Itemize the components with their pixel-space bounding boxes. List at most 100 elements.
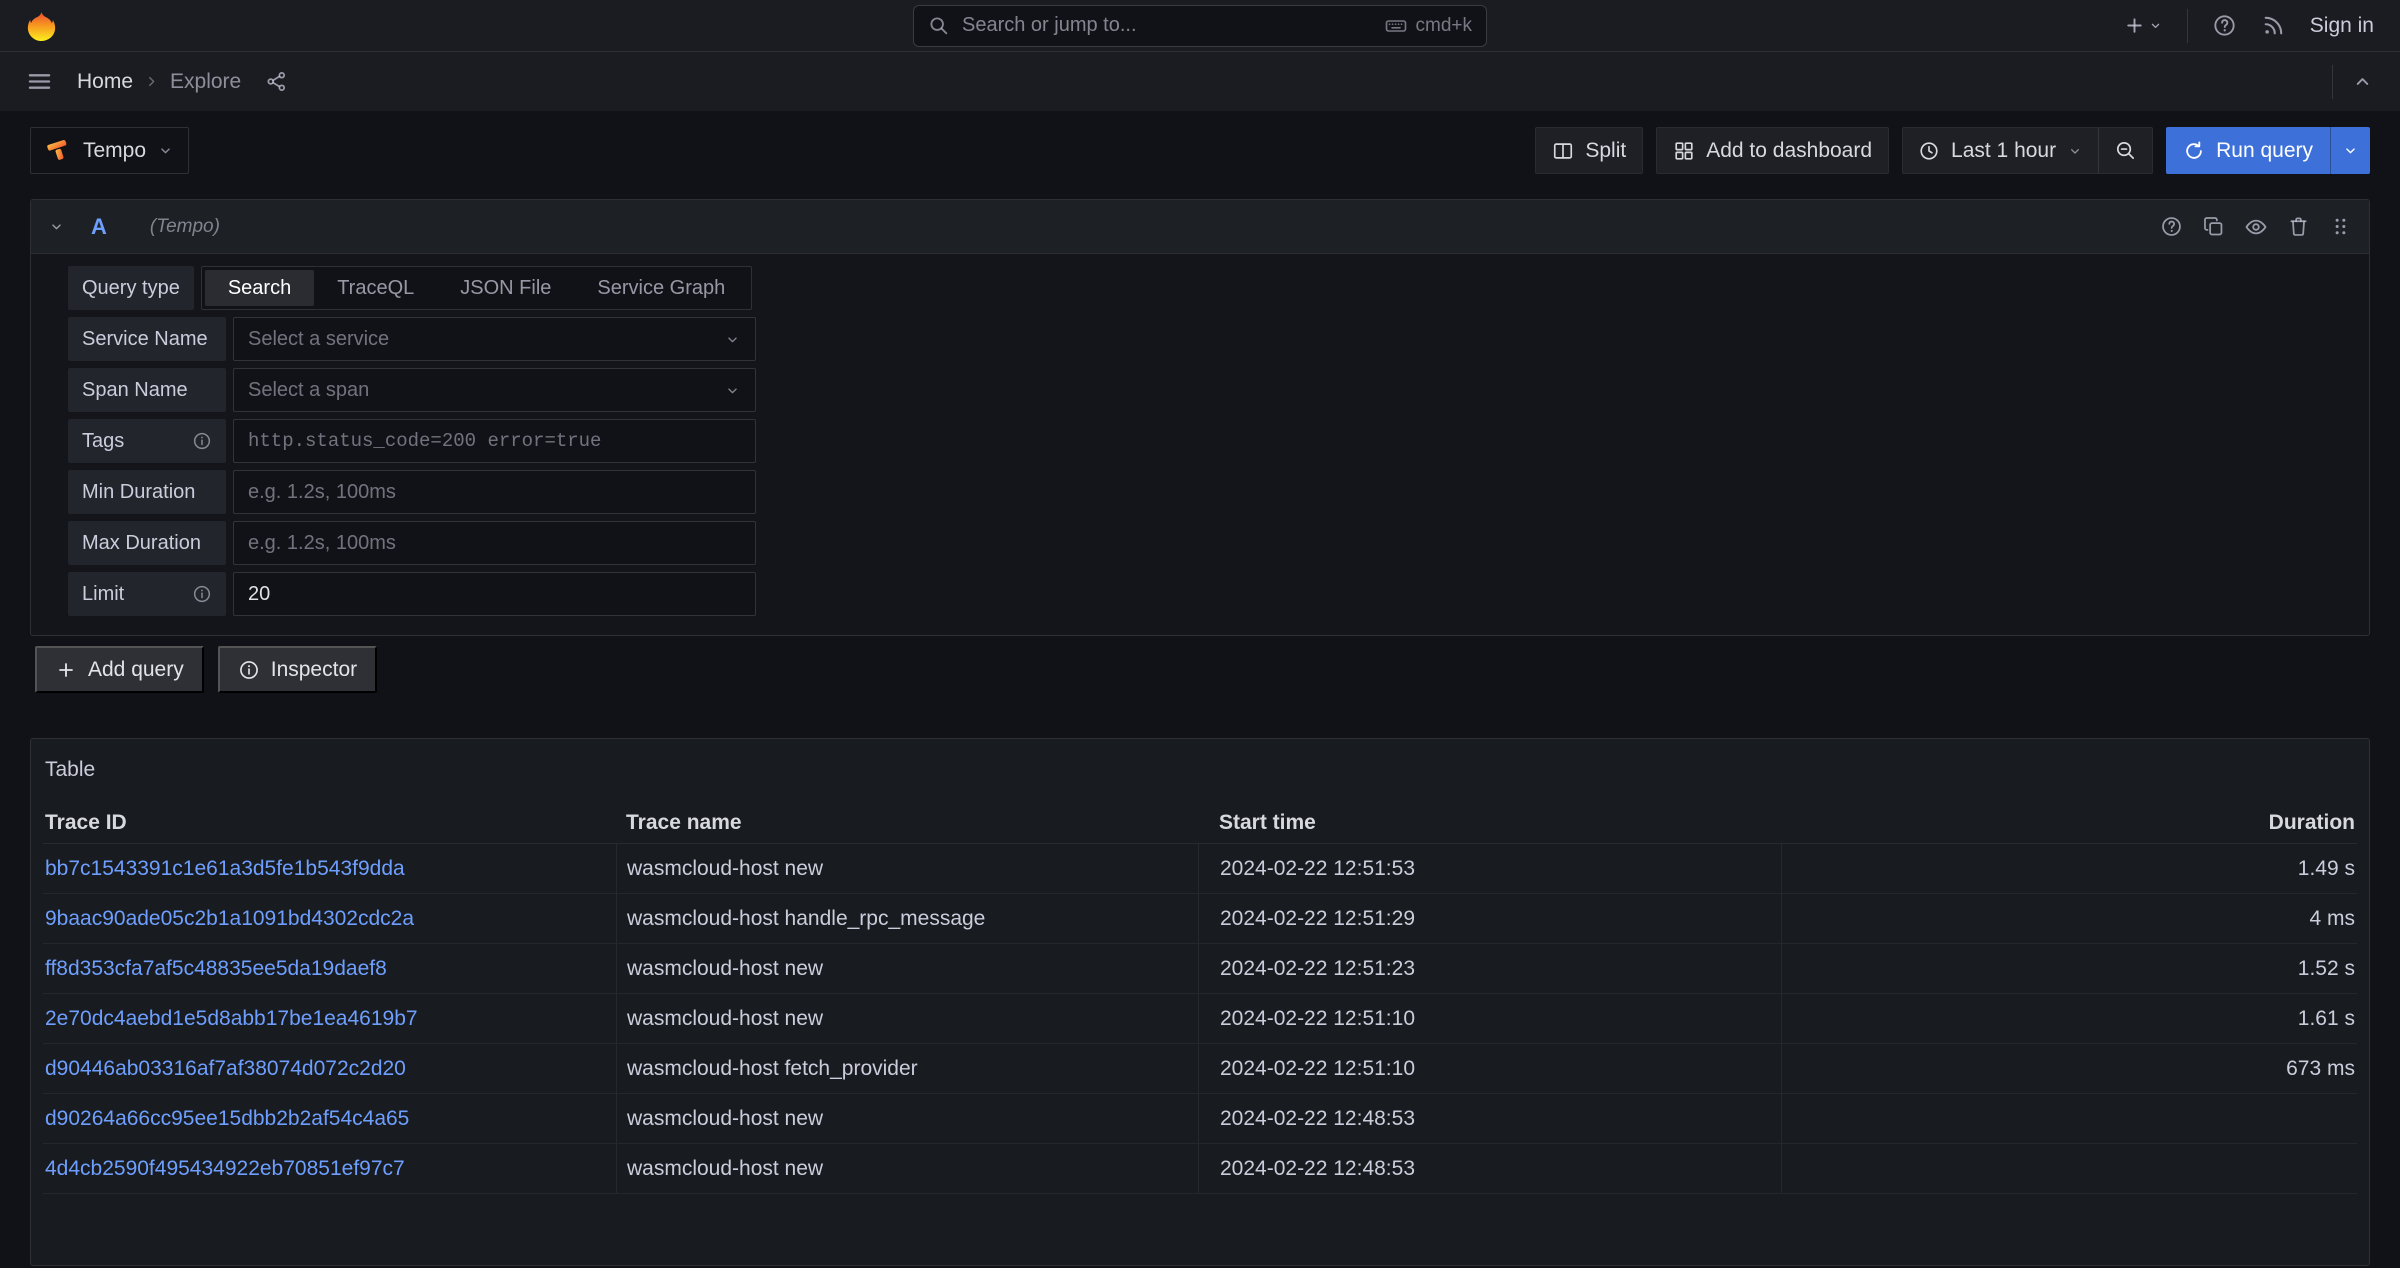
search-icon <box>928 15 950 37</box>
split-icon <box>1552 140 1574 162</box>
service-name-label: Service Name <box>68 317 226 361</box>
trace-id-link[interactable]: 4d4cb2590f495434922eb70851ef97c7 <box>45 1157 405 1180</box>
time-picker-group: Last 1 hour <box>1902 127 2153 174</box>
inspector-button[interactable]: Inspector <box>218 646 377 693</box>
trace-name-cell: wasmcloud-host new <box>616 844 1198 893</box>
min-duration-input[interactable]: e.g. 1.2s, 100ms <box>233 470 756 514</box>
duration-cell: 673 ms <box>1781 1044 2357 1093</box>
collapse-chrome-icon[interactable] <box>2351 70 2374 93</box>
query-type-row: Query type Search TraceQL JSON File Serv… <box>68 266 2349 310</box>
trace-name-cell: wasmcloud-host new <box>616 1144 1198 1193</box>
query-row-header: A (Tempo) <box>31 200 2369 254</box>
table-row: d90446ab03316af7af38074d072c2d20 wasmclo… <box>43 1044 2357 1094</box>
start-time-cell: 2024-02-22 12:51:10 <box>1198 994 1781 1043</box>
breadcrumb-bar: Home Explore <box>0 52 2400 111</box>
trace-id-link[interactable]: ff8d353cfa7af5c48835ee5da19daef8 <box>45 957 387 980</box>
drag-handle-icon[interactable] <box>2329 215 2352 238</box>
column-header-start-time[interactable]: Start time <box>1198 811 1781 835</box>
add-query-button[interactable]: Add query <box>35 646 204 693</box>
query-datasource-hint: (Tempo) <box>150 216 220 238</box>
chevron-right-icon <box>143 73 160 90</box>
share-icon[interactable] <box>265 70 288 93</box>
info-icon[interactable] <box>192 431 212 451</box>
chevron-down-icon <box>157 142 174 159</box>
apps-grid-icon <box>1673 140 1695 162</box>
menu-toggle-icon[interactable] <box>26 68 53 95</box>
table-row: 9baac90ade05c2b1a1091bd4302cdc2a wasmclo… <box>43 894 2357 944</box>
service-name-select[interactable]: Select a service <box>233 317 756 361</box>
query-editor-row: A (Tempo) <box>30 199 2370 636</box>
breadcrumb-home[interactable]: Home <box>77 70 133 94</box>
table-row: bb7c1543391c1e61a3d5fe1b543f9dda wasmclo… <box>43 844 2357 894</box>
search-input[interactable]: Search or jump to... cmd+k <box>913 5 1487 47</box>
start-time-cell: 2024-02-22 12:48:53 <box>1198 1094 1781 1143</box>
collapse-query-icon[interactable] <box>48 218 65 235</box>
info-icon[interactable] <box>192 584 212 604</box>
trace-name-cell: wasmcloud-host new <box>616 1094 1198 1143</box>
min-duration-row: Min Duration e.g. 1.2s, 100ms <box>68 470 2349 514</box>
limit-input[interactable]: 20 <box>233 572 756 616</box>
explore-toolbar: Tempo Split Add to dashboard Last 1 hour <box>30 127 2370 174</box>
trace-id-link[interactable]: 2e70dc4aebd1e5d8abb17be1ea4619b7 <box>45 1007 418 1030</box>
tab-traceql[interactable]: TraceQL <box>314 270 437 306</box>
column-header-trace-name[interactable]: Trace name <box>616 811 1198 835</box>
run-query-dropdown[interactable] <box>2330 127 2370 174</box>
query-actions: Add query Inspector <box>35 646 2370 693</box>
span-name-row: Span Name Select a span <box>68 368 2349 412</box>
time-range-button[interactable]: Last 1 hour <box>1903 128 2098 173</box>
split-button[interactable]: Split <box>1535 127 1643 174</box>
span-name-select[interactable]: Select a span <box>233 368 756 412</box>
run-query-button[interactable]: Run query <box>2166 127 2330 174</box>
duration-cell: 1.49 s <box>1781 844 2357 893</box>
run-query-group: Run query <box>2166 127 2370 174</box>
breadcrumb: Home Explore <box>77 70 241 94</box>
chevron-down-icon <box>2148 18 2163 33</box>
datasource-picker[interactable]: Tempo <box>30 127 189 174</box>
zoom-out-icon <box>2114 139 2137 162</box>
tags-input[interactable]: http.status_code=200 error=true <box>233 419 756 463</box>
grafana-logo[interactable] <box>26 10 57 41</box>
delete-query-icon[interactable] <box>2287 215 2310 238</box>
chevron-down-icon <box>2067 143 2083 159</box>
span-name-label: Span Name <box>68 368 226 412</box>
results-table-panel: Table Trace ID Trace name Start time Dur… <box>30 738 2370 1266</box>
add-to-dashboard-button[interactable]: Add to dashboard <box>1656 127 1889 174</box>
max-duration-label: Max Duration <box>68 521 226 565</box>
chevron-down-icon <box>724 331 741 348</box>
toggle-visibility-icon[interactable] <box>2244 215 2268 239</box>
max-duration-input[interactable]: e.g. 1.2s, 100ms <box>233 521 756 565</box>
divider <box>2332 65 2333 99</box>
trace-name-cell: wasmcloud-host handle_rpc_message <box>616 894 1198 943</box>
search-shortcut: cmd+k <box>1384 14 1473 38</box>
trace-id-link[interactable]: bb7c1543391c1e61a3d5fe1b543f9dda <box>45 857 405 880</box>
limit-label: Limit <box>68 572 226 616</box>
duplicate-query-icon[interactable] <box>2202 215 2225 238</box>
trace-name-cell: wasmcloud-host fetch_provider <box>616 1044 1198 1093</box>
trace-id-link[interactable]: d90446ab03316af7af38074d072c2d20 <box>45 1057 406 1080</box>
top-nav: Search or jump to... cmd+k Sign in <box>0 0 2400 52</box>
tab-json-file[interactable]: JSON File <box>437 270 574 306</box>
start-time-cell: 2024-02-22 12:51:53 <box>1198 844 1781 893</box>
help-icon[interactable] <box>2212 13 2237 38</box>
tempo-logo <box>45 137 72 164</box>
keyboard-icon <box>1384 14 1408 38</box>
table-row: ff8d353cfa7af5c48835ee5da19daef8 wasmclo… <box>43 944 2357 994</box>
column-header-duration[interactable]: Duration <box>1781 811 2357 835</box>
sign-in-button[interactable]: Sign in <box>2310 14 2374 38</box>
service-name-row: Service Name Select a service <box>68 317 2349 361</box>
sync-icon <box>2183 140 2205 162</box>
column-header-trace-id[interactable]: Trace ID <box>43 811 616 835</box>
tab-search[interactable]: Search <box>205 270 314 306</box>
new-menu-button[interactable] <box>2123 14 2163 37</box>
query-help-icon[interactable] <box>2160 215 2183 238</box>
table-header-row: Trace ID Trace name Start time Duration <box>43 802 2357 844</box>
info-circle-icon <box>238 659 260 681</box>
news-rss-icon[interactable] <box>2261 13 2286 38</box>
trace-id-link[interactable]: d90264a66cc95ee15dbb2b2af54c4a65 <box>45 1107 409 1130</box>
start-time-cell: 2024-02-22 12:51:29 <box>1198 894 1781 943</box>
breadcrumb-current: Explore <box>170 70 241 94</box>
zoom-out-time-button[interactable] <box>2098 128 2152 173</box>
tab-service-graph[interactable]: Service Graph <box>574 270 748 306</box>
query-type-tabs: Search TraceQL JSON File Service Graph <box>201 266 752 310</box>
trace-id-link[interactable]: 9baac90ade05c2b1a1091bd4302cdc2a <box>45 907 414 930</box>
